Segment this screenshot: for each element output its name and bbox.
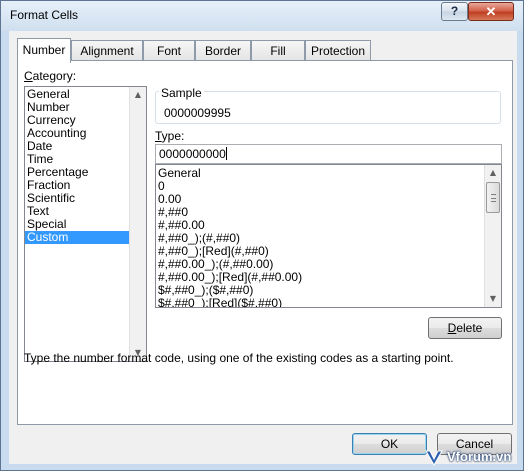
watermark: Vforum.vn (413, 445, 524, 471)
dialog-client-area: Number Alignment Font Border Fill Protec… (9, 31, 517, 464)
format-code-item[interactable]: #,##0 (156, 206, 501, 219)
watermark-text: Vforum.vn (447, 449, 512, 464)
title-bar[interactable]: Format Cells ? ✕ (1, 1, 523, 31)
tab-protection[interactable]: Protection (305, 40, 371, 62)
tab-number-label: Number (22, 43, 66, 57)
tab-alignment-label: Alignment (80, 44, 134, 58)
category-label: Category: (24, 69, 77, 83)
scroll-down-icon[interactable]: ▼ (485, 291, 501, 307)
format-codes-list[interactable]: General 0 0.00 #,##0 #,##0.00 #,##0_);(#,##0)… (155, 164, 502, 308)
tab-font-label: Font (156, 44, 181, 58)
category-item[interactable]: Custom (25, 231, 146, 244)
type-label: Type: (155, 129, 185, 143)
help-icon: ? (450, 4, 459, 18)
format-code-item[interactable]: General (156, 167, 501, 180)
tab-border[interactable]: Border (195, 40, 251, 62)
format-code-items: General 0 0.00 #,##0 #,##0.00 #,##0_);(#,##0)… (156, 165, 501, 308)
format-code-item[interactable]: 0.00 (156, 193, 501, 206)
category-scrollbar[interactable]: ▲ ▼ (129, 87, 146, 361)
format-code-item[interactable]: $#,##0_);[Red]($#,##0) (156, 297, 501, 308)
category-list[interactable]: General Number Currency Accounting Date Time P… (24, 86, 147, 362)
sample-label: Sample (159, 86, 204, 100)
help-button[interactable]: ? (441, 2, 468, 21)
close-button[interactable]: ✕ (468, 2, 514, 21)
format-code-item[interactable]: 0 (156, 180, 501, 193)
number-tab-panel: Category: General Number Currency Accountin… (17, 60, 513, 425)
text-caret (225, 147, 227, 160)
ok-button-label: OK (380, 437, 399, 451)
description-text: Type the number format code, using one o… (24, 351, 454, 365)
type-input[interactable]: 0000000000 (155, 144, 502, 164)
scroll-thumb[interactable] (486, 182, 500, 213)
tab-protection-label: Protection (310, 44, 366, 58)
format-codes-scrollbar[interactable]: ▲ ▼ (484, 165, 501, 307)
close-icon: ✕ (485, 4, 497, 19)
tab-border-label: Border (204, 44, 242, 58)
delete-button[interactable]: Delete (428, 317, 502, 339)
format-cells-dialog: Format Cells ? ✕ Number Alignment Font B… (0, 0, 524, 471)
watermark-logo-icon (425, 450, 443, 466)
dialog-title: Format Cells (10, 8, 79, 22)
tab-fill[interactable]: Fill (251, 40, 305, 62)
tab-alignment[interactable]: Alignment (71, 40, 143, 62)
type-input-value: 0000000000 (159, 147, 226, 161)
tab-font[interactable]: Font (143, 40, 195, 62)
scroll-up-icon[interactable]: ▲ (485, 165, 501, 181)
sample-value: 0000009995 (164, 106, 231, 120)
tab-fill-label: Fill (270, 44, 286, 58)
scroll-up-icon[interactable]: ▲ (130, 87, 146, 103)
grip-icon (491, 194, 496, 202)
category-items: General Number Currency Accounting Date Time P… (25, 87, 146, 244)
tab-number[interactable]: Number (17, 38, 71, 63)
